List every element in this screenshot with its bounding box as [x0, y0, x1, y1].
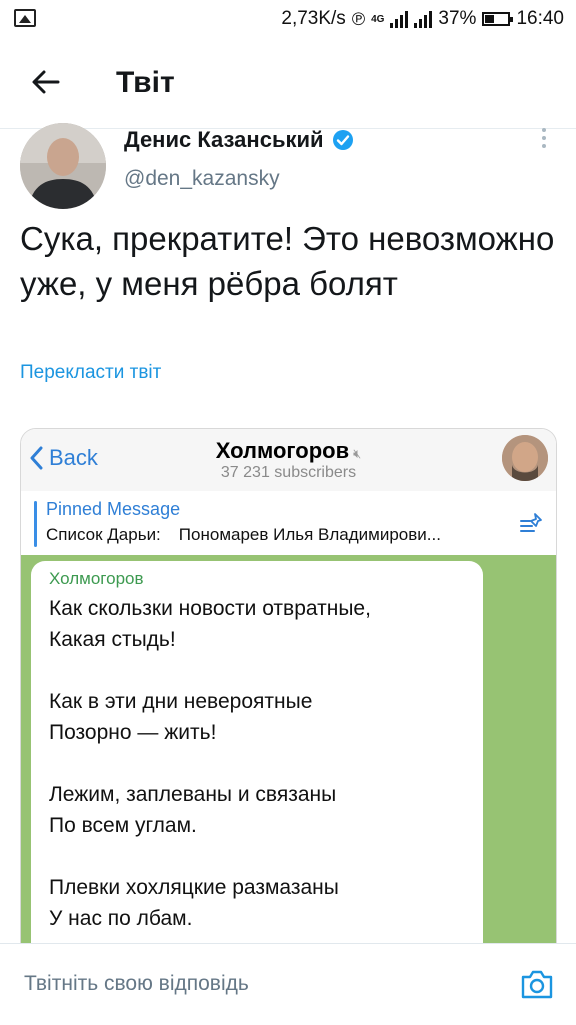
message-bubble: Холмогоров Как скользки новости отвратны… [31, 561, 483, 947]
pin-list-icon [520, 513, 542, 532]
message-line: Лежим, заплеваны и связаны [49, 783, 337, 806]
battery-icon [482, 12, 514, 26]
reply-bar: Твітніть свою відповідь [0, 943, 576, 1025]
clock: 16:40 [516, 8, 564, 29]
pinned-text-a: Список Дарьи: [46, 525, 161, 544]
channel-avatar [502, 435, 548, 481]
image-notification-icon [14, 9, 36, 27]
signal-icon-2 [414, 10, 433, 28]
tweet-text: Сука, прекратите! Это невозможно уже, у … [20, 220, 555, 302]
more-options-icon[interactable] [538, 128, 550, 152]
reply-input[interactable]: Твітніть свою відповідь [24, 972, 249, 996]
message-text: Как скользки новости отвратные, Какая сты… [49, 593, 469, 947]
message-line: По всем углам. [49, 814, 197, 837]
message-line: Плевки хохляцкие размазаны [49, 876, 339, 899]
message-line: Какая стыдь! [49, 628, 176, 651]
network-speed: 2,73K/s [281, 8, 346, 29]
message-line: Позорно — жить! [49, 721, 217, 744]
pinned-message-bar: Pinned Message Список Дарьи: Пономарев Ил… [21, 491, 556, 556]
camera-icon[interactable] [520, 968, 554, 1000]
message-line: Как в эти дни невероятные [49, 690, 313, 713]
chat-area: Холмогоров Как скользки новости отвратны… [21, 555, 556, 947]
page-title: Твіт [116, 66, 175, 99]
subscriber-count: 37 231 subscribers [220, 464, 357, 481]
message-author: Холмогоров [49, 569, 144, 588]
pinned-title: Pinned Message [46, 499, 181, 519]
telegram-channel-title: Холмогоров 🔇︎ [21, 438, 556, 464]
author-name-text: Денис Казанський [124, 127, 324, 152]
verified-badge-icon [332, 130, 353, 150]
telegram-header: Back Холмогоров 🔇︎ 37 231 subscribers [21, 429, 556, 492]
author-avatar[interactable] [20, 123, 106, 209]
channel-title-text: Холмогоров [215, 438, 350, 463]
author-handle[interactable]: @den_kazansky [124, 167, 280, 191]
pinned-text: Список Дарьи: Пономарев Илья Владимирови.… [46, 525, 516, 545]
back-arrow-icon[interactable] [28, 64, 64, 100]
status-bar: 2,73K/s ℗ 4G 37% 16:40 [0, 0, 576, 38]
message-line: У нас по лбам. [49, 907, 193, 930]
battery-percent: 37% [438, 8, 477, 29]
tweet-media-image[interactable]: Back Холмогоров 🔇︎ 37 231 subscribers Pin… [20, 428, 557, 948]
app-header: Твіт [0, 38, 576, 129]
hotspot-icon: ℗ [351, 8, 366, 29]
status-indicators: 2,73K/s ℗ 4G 37% 16:40 [281, 7, 564, 31]
pinned-text-b: Пономарев Илья Владимирови... [178, 525, 441, 544]
mute-icon: 🔇︎ [353, 446, 362, 461]
network-type: 4G [371, 13, 385, 25]
author-name[interactable]: Денис Казанський [124, 127, 354, 153]
pinned-indicator [34, 501, 37, 547]
translate-tweet-link[interactable]: Перекласти твіт [20, 362, 161, 384]
signal-icon [390, 10, 409, 28]
message-line: Как скользки новости отвратные, [49, 597, 371, 620]
